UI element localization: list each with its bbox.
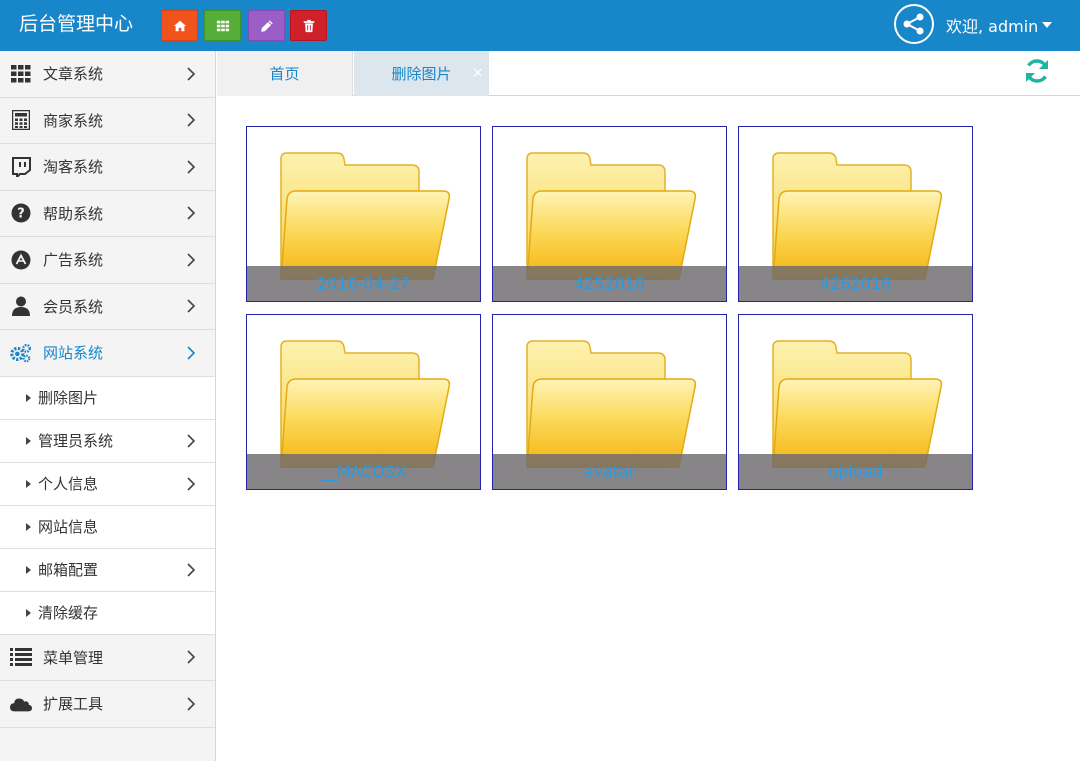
grid-button[interactable]	[204, 10, 241, 41]
adn-icon	[10, 249, 32, 271]
edit-button[interactable]	[248, 10, 285, 41]
sidebar-subitem-label: 邮箱配置	[38, 561, 99, 579]
sidebar-item-label: 菜单管理	[43, 648, 104, 667]
chevron-right-icon	[187, 160, 196, 174]
pencil-icon	[260, 19, 273, 32]
top-header: 后台管理中心 欢迎, admin	[0, 0, 1080, 51]
share-icon	[903, 13, 924, 35]
sidebar: 文章系统 商家系统 淘客系统 ? 帮助系统 广告系统 会员系统 网站系统 删除图…	[0, 51, 216, 761]
sidebar-item-label: 扩展工具	[43, 695, 104, 714]
user-menu[interactable]: 欢迎, admin	[946, 12, 1053, 38]
folder-item[interactable]: avatar	[492, 314, 727, 490]
sidebar-item-website[interactable]: 网站系统	[0, 330, 215, 377]
welcome-text: 欢迎, admin	[946, 17, 1039, 36]
caret-down-icon	[1042, 22, 1053, 28]
sidebar-item-merchant[interactable]: 商家系统	[0, 98, 215, 144]
chevron-right-icon	[187, 253, 196, 267]
chevron-right-icon	[187, 697, 196, 711]
chevron-right-icon	[187, 650, 196, 664]
sidebar-item-help[interactable]: ? 帮助系统	[0, 191, 215, 237]
tab-home[interactable]: 首页	[217, 51, 353, 96]
sidebar-subitem-label: 删除图片	[38, 389, 99, 407]
chevron-right-icon	[187, 67, 196, 81]
sidebar-item-label: 文章系统	[43, 65, 104, 84]
folder-label-bar: upload	[739, 454, 972, 489]
folder-name[interactable]: upload	[828, 462, 883, 481]
folder-item[interactable]: upload	[738, 314, 973, 490]
caret-right-icon	[26, 565, 31, 574]
folder-label-bar: avatar	[493, 454, 726, 489]
question-icon: ?	[10, 202, 32, 224]
svg-text:?: ?	[17, 207, 25, 222]
list-icon	[10, 646, 32, 668]
sidebar-subitem-admin[interactable]: 管理员系统	[0, 419, 215, 463]
folder-label-bar: 2016-04-27	[247, 266, 480, 301]
calculator-icon	[10, 109, 32, 131]
folder-item[interactable]: 2016-04-27	[246, 126, 481, 302]
twitch-icon	[10, 156, 32, 178]
sidebar-item-label: 会员系统	[43, 297, 104, 316]
sidebar-item-menu-manage[interactable]: 菜单管理	[0, 635, 215, 681]
user-avatar[interactable]	[894, 4, 934, 44]
caret-right-icon	[26, 436, 31, 445]
chevron-right-icon	[187, 299, 196, 313]
folder-item[interactable]: 4252016	[492, 126, 727, 302]
folder-label-bar: 4262016	[739, 266, 972, 301]
caret-right-icon	[26, 522, 31, 531]
caret-right-icon	[26, 393, 31, 402]
chevron-right-icon	[187, 562, 196, 577]
sidebar-item-ads[interactable]: 广告系统	[0, 237, 215, 284]
chevron-right-icon	[187, 433, 196, 448]
folder-name[interactable]: avatar	[584, 462, 636, 481]
caret-right-icon	[26, 479, 31, 488]
sidebar-item-extensions[interactable]: 扩展工具	[0, 681, 215, 728]
sidebar-item-label: 商家系统	[43, 111, 104, 130]
chevron-right-icon	[187, 113, 196, 127]
tab-delete-images[interactable]: 删除图片	[354, 51, 489, 96]
folder-name[interactable]: __MACOSX	[321, 462, 406, 481]
sidebar-item-label: 帮助系统	[43, 204, 104, 223]
sidebar-subitem-clear-cache[interactable]: 清除缓存	[0, 591, 215, 635]
folder-label-bar: 4252016	[493, 266, 726, 301]
trash-icon	[303, 19, 314, 32]
sidebar-subitem-label: 个人信息	[38, 475, 99, 493]
sidebar-item-taoke[interactable]: 淘客系统	[0, 144, 215, 191]
refresh-icon[interactable]	[1023, 57, 1051, 85]
folder-item[interactable]: 4262016	[738, 126, 973, 302]
site-title: 后台管理中心	[19, 13, 134, 35]
grid-icon	[216, 20, 229, 31]
gears-icon	[10, 342, 32, 364]
folder-name[interactable]: 4262016	[820, 274, 891, 293]
sidebar-subitem-label: 网站信息	[38, 518, 99, 536]
sidebar-subitem-label: 清除缓存	[38, 604, 99, 622]
sidebar-item-label: 网站系统	[43, 344, 104, 363]
delete-button[interactable]	[290, 10, 327, 41]
sidebar-item-label: 广告系统	[43, 251, 104, 270]
folder-label-bar: __MACOSX	[247, 454, 480, 489]
sidebar-subitem-site-info[interactable]: 网站信息	[0, 505, 215, 549]
sidebar-subitem-profile[interactable]: 个人信息	[0, 462, 215, 506]
sidebar-item-article[interactable]: 文章系统	[0, 51, 215, 98]
sidebar-subitem-delete-images[interactable]: 删除图片	[0, 376, 215, 420]
folder-item[interactable]: __MACOSX	[246, 314, 481, 490]
cloud-icon	[10, 693, 32, 715]
sidebar-item-member[interactable]: 会员系统	[0, 284, 215, 330]
sidebar-subitem-label: 管理员系统	[38, 432, 114, 450]
chevron-right-icon	[187, 476, 196, 491]
user-icon	[10, 295, 32, 317]
sidebar-subitem-mail-config[interactable]: 邮箱配置	[0, 548, 215, 592]
grid-icon	[10, 63, 32, 85]
tab-bar: 首页 删除图片 ×	[217, 51, 1080, 96]
caret-right-icon	[26, 608, 31, 617]
chevron-right-icon	[187, 206, 196, 220]
home-icon	[173, 20, 186, 31]
chevron-right-icon	[187, 346, 196, 360]
sidebar-item-label: 淘客系统	[43, 158, 104, 177]
folder-name[interactable]: 4252016	[574, 274, 645, 293]
tab-close-button[interactable]: ×	[472, 65, 484, 81]
home-button[interactable]	[161, 10, 198, 41]
folder-name[interactable]: 2016-04-27	[317, 274, 410, 293]
